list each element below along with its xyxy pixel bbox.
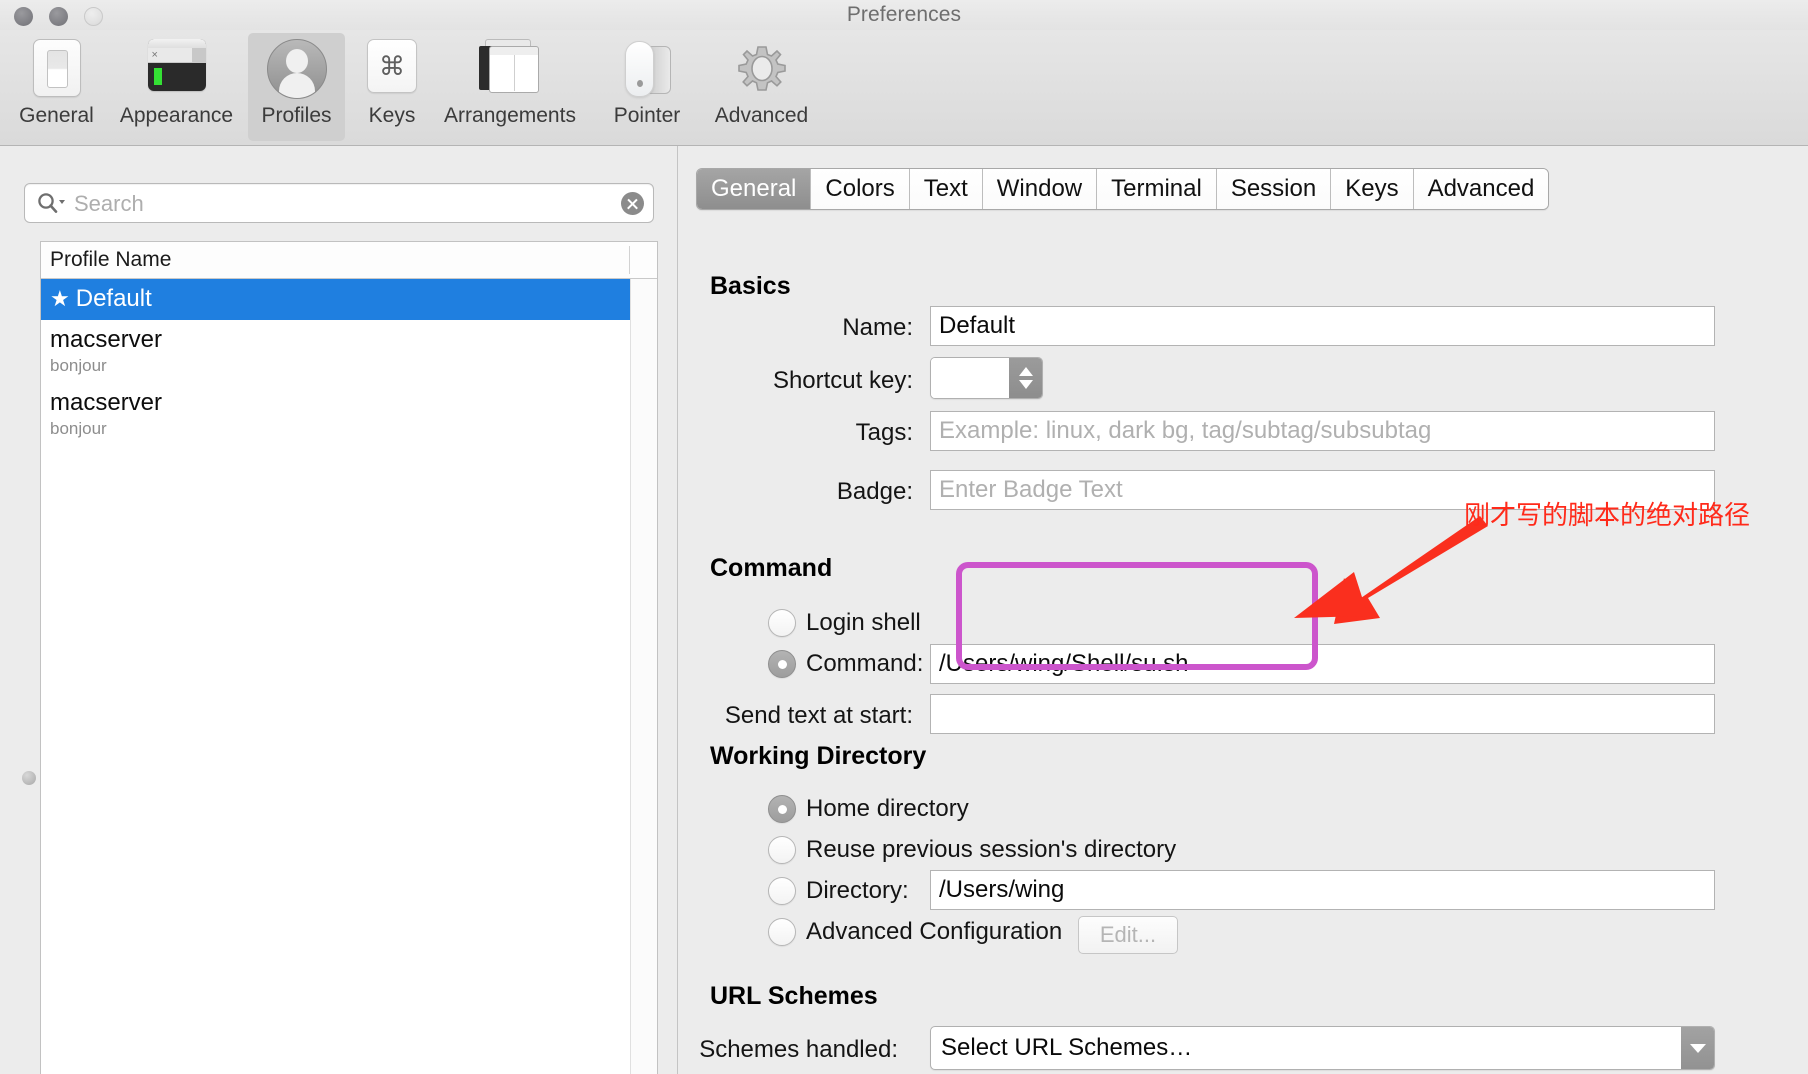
advanced-configuration-radio[interactable] [768,918,796,946]
directory-radio-row[interactable]: Directory: [768,877,909,905]
name-label: Name: [842,314,913,341]
profile-name: ★ Default [50,284,657,314]
profile-list-body: ★ Default macserver bonjour macserver bon… [41,279,657,446]
pointer-mouse-icon [616,39,678,101]
directory-label: Directory: [806,877,909,904]
search-input[interactable] [72,183,610,225]
list-item[interactable]: ★ Default [41,279,657,320]
tab-session[interactable]: Session [1216,169,1332,209]
profile-subtitle: bonjour [50,356,107,375]
home-directory-radio-row[interactable]: Home directory [768,795,969,823]
toolbar-item-appearance[interactable]: × Appearance [109,33,244,141]
directory-field[interactable] [930,870,1715,910]
profile-tab-bar: General Colors Text Window Terminal Sess… [696,168,1550,210]
advanced-gear-icon [731,39,793,101]
toolbar-label-general: General [19,104,94,127]
shortcut-key-stepper[interactable] [930,357,1043,399]
list-item[interactable]: macserver bonjour [41,320,657,383]
shortcut-key-input[interactable] [931,358,1009,398]
arrangements-windows-icon [479,39,541,101]
column-header-profile-name: Profile Name [50,248,172,271]
profile-name-text: Default [75,285,152,312]
edit-button[interactable]: Edit... [1078,916,1178,954]
search-field-wrapper [24,183,654,225]
annotation-note: 刚才写的脚本的绝对路径 [1464,500,1751,530]
general-tab-content: Basics Name: Shortcut key: Tags: Badge: … [678,214,1808,1074]
command-radio-row[interactable]: Command: [768,650,923,678]
appearance-terminal-icon: × [146,39,208,101]
name-field[interactable] [930,306,1715,346]
star-icon: ★ [50,286,70,311]
toolbar-item-arrangements[interactable]: Arrangements [429,33,591,141]
sidebar-resize-handle[interactable] [22,771,36,785]
window-titlebar: Preferences [0,0,1808,30]
toolbar-item-general[interactable]: General [4,33,109,141]
login-shell-radio[interactable] [768,609,796,637]
tab-keys[interactable]: Keys [1331,169,1414,209]
tab-text[interactable]: Text [909,169,983,209]
toolbar-label-pointer: Pointer [613,104,681,127]
tab-window[interactable]: Window [982,169,1098,209]
keys-command-key-icon [361,39,423,101]
directory-radio[interactable] [768,877,796,905]
profile-list[interactable]: Profile Name ★ Default macserver bonjour … [40,241,658,1074]
toolbar-item-profiles[interactable]: Profiles [248,33,345,141]
tab-terminal[interactable]: Terminal [1097,169,1217,209]
section-title-command: Command [710,554,833,582]
reuse-session-directory-radio[interactable] [768,836,796,864]
reuse-session-directory-radio-row[interactable]: Reuse previous session's directory [768,836,1176,864]
advanced-configuration-label: Advanced Configuration [806,918,1063,945]
profiles-sidebar: Profile Name ★Default macserver bonjour … [0,146,678,1074]
chevron-down-icon[interactable] [1681,1027,1714,1069]
schemes-handled-label: Schemes handled: [699,1036,898,1063]
toolbar-item-keys[interactable]: Keys [351,33,433,141]
badge-label: Badge: [836,478,913,505]
section-title-working-directory: Working Directory [710,742,927,770]
section-title-basics: Basics [710,272,791,300]
tags-field[interactable] [930,411,1715,451]
toolbar-label-profiles: Profiles [261,104,332,127]
tab-general[interactable]: General [697,169,812,209]
search-magnifier-icon[interactable] [37,192,71,214]
advanced-configuration-radio-row[interactable]: Advanced Configuration [768,918,1062,946]
command-label: Command: [806,650,924,677]
send-text-at-start-field[interactable] [930,694,1715,734]
login-shell-label: Login shell [806,609,921,636]
profile-list-scrollbar[interactable] [630,279,657,1074]
preferences-window: Preferences General × Appearance Profile… [0,0,1808,1074]
toolbar-item-advanced[interactable]: Advanced [700,33,823,141]
stepper-arrows-icon[interactable] [1009,358,1042,398]
login-shell-radio-row[interactable]: Login shell [768,609,921,637]
tags-label: Tags: [855,419,913,446]
toolbar-item-pointer[interactable]: Pointer [592,33,702,141]
command-radio[interactable] [768,650,796,678]
section-title-url-schemes: URL Schemes [710,982,878,1010]
profile-subtitle: bonjour [50,419,107,438]
command-field[interactable] [930,644,1715,684]
profile-detail-panel: General Colors Text Window Terminal Sess… [678,146,1808,1074]
list-item[interactable]: macserver bonjour [41,383,657,446]
general-toggle-icon [26,39,88,101]
reuse-session-directory-label: Reuse previous session's directory [806,836,1177,863]
tab-colors[interactable]: Colors [811,169,910,209]
preferences-toolbar: General × Appearance Profiles Keys Arran… [0,30,1808,146]
window-title: Preferences [846,3,962,26]
home-directory-radio[interactable] [768,795,796,823]
send-text-at-start-label: Send text at start: [724,702,913,729]
clear-x-icon[interactable] [621,192,644,215]
schemes-handled-value: Select URL Schemes… [941,1034,1193,1061]
toolbar-label-appearance: Appearance [119,104,234,127]
profiles-person-icon [266,39,328,101]
home-directory-label: Home directory [806,795,969,822]
tab-advanced[interactable]: Advanced [1413,169,1549,209]
profile-name-text: macserver [50,389,163,416]
toolbar-label-arrangements: Arrangements [444,104,576,127]
column-divider [629,246,630,274]
shortcut-key-label: Shortcut key: [772,367,913,394]
toolbar-label-advanced: Advanced [714,104,809,127]
profile-name-text: macserver [50,326,163,353]
profile-list-header: Profile Name [41,242,657,279]
schemes-handled-popup[interactable]: Select URL Schemes… [930,1026,1715,1070]
toolbar-label-keys: Keys [368,104,416,127]
